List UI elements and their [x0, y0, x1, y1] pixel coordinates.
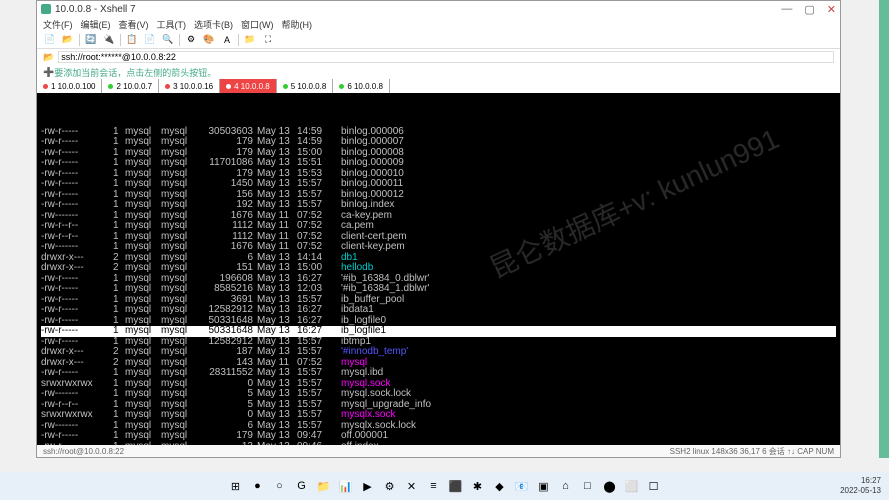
reconnect-button[interactable]: 🔄: [84, 33, 98, 47]
session-tab[interactable]: 4 10.0.0.8: [220, 79, 277, 93]
taskbar-app-icon[interactable]: ○: [271, 477, 289, 495]
open-button[interactable]: 📂: [61, 33, 75, 47]
properties-button[interactable]: ⚙: [184, 33, 198, 47]
copy-button[interactable]: 📋: [125, 33, 139, 47]
tab-label: 1 10.0.0.100: [51, 82, 95, 91]
session-tab[interactable]: 3 10.0.0.16: [159, 79, 220, 93]
minimize-button[interactable]: —: [781, 3, 792, 16]
taskbar-app-icon[interactable]: 📧: [513, 477, 531, 495]
taskbar-app-icon[interactable]: ▣: [535, 477, 553, 495]
taskbar-app-icon[interactable]: ✕: [403, 477, 421, 495]
menu-item[interactable]: 文件(F): [43, 18, 73, 31]
xftp-button[interactable]: 📁: [243, 33, 257, 47]
taskbar-app-icon[interactable]: ≡: [425, 477, 443, 495]
title-bar: 10.0.0.8 - Xshell 7 — ▢ ✕: [37, 1, 840, 17]
maximize-button[interactable]: ▢: [804, 3, 814, 16]
system-clock[interactable]: 16:27 2022-05-13: [840, 476, 881, 496]
file-row: drwxr-x---2mysqlmysql187May 1315:57'#inn…: [41, 347, 836, 358]
window-title: 10.0.0.8 - Xshell 7: [55, 4, 781, 15]
status-dot: [339, 84, 344, 89]
file-row: drwxr-x---2mysqlmysql151May 1315:00hello…: [41, 263, 836, 274]
fullscreen-button[interactable]: ⛶: [261, 33, 275, 47]
menu-item[interactable]: 帮助(H): [282, 18, 313, 31]
status-dot: [283, 84, 288, 89]
taskbar-app-icon[interactable]: G: [293, 477, 311, 495]
window-controls: — ▢ ✕: [781, 3, 836, 16]
taskbar-app-icon[interactable]: ●: [249, 477, 267, 495]
menu-item[interactable]: 查看(V): [119, 18, 149, 31]
session-tab[interactable]: 5 10.0.0.8: [277, 79, 334, 93]
session-tab[interactable]: 6 10.0.0.8: [333, 79, 390, 93]
file-row: -rw-r-----1mysqlmysql50331648May 1316:27…: [41, 326, 836, 337]
file-row: -rw-r-----1mysqlmysql11701086May 1315:51…: [41, 158, 836, 169]
file-row: srwxrwxrwx1mysqlmysql0May 1315:57mysqlx.…: [41, 410, 836, 421]
close-button[interactable]: ✕: [827, 3, 836, 16]
status-dot: [165, 84, 170, 89]
taskbar-app-icon[interactable]: □: [579, 477, 597, 495]
menu-item[interactable]: 窗口(W): [241, 18, 274, 31]
status-dot: [108, 84, 113, 89]
taskbar-app-icon[interactable]: ▶: [359, 477, 377, 495]
session-tab[interactable]: 2 10.0.0.7: [102, 79, 159, 93]
status-right: SSH2 linux 148x36 36,17 6 会话 ↑↓ CAP NUM: [670, 446, 834, 457]
taskbar-app-icon[interactable]: 📊: [337, 477, 355, 495]
tab-label: 3 10.0.0.16: [173, 82, 213, 91]
menu-item[interactable]: 工具(T): [157, 18, 187, 31]
info-text: 要添加当前会话，点击左侧的箭头按钮。: [54, 66, 216, 79]
taskbar-app-icon[interactable]: ⌂: [557, 477, 575, 495]
paste-button[interactable]: 📄: [143, 33, 157, 47]
menu-bar: 文件(F) 编辑(E) 查看(V) 工具(T) 选项卡(B) 窗口(W) 帮助(H): [37, 17, 840, 31]
new-session-button[interactable]: 📄: [43, 33, 57, 47]
terminal[interactable]: 昆仑数据库+v: kunlun991 -rw-r-----1mysqlmysql…: [37, 93, 840, 445]
file-row: -rw-r-----1mysqlmysql28311552May 1315:57…: [41, 368, 836, 379]
file-row: -rw-r-----1mysqlmysql192May 1315:57binlo…: [41, 200, 836, 211]
clock-date: 2022-05-13: [840, 486, 881, 496]
session-tab[interactable]: 1 10.0.0.100: [37, 79, 102, 93]
tab-label: 2 10.0.0.7: [116, 82, 152, 91]
taskbar-app-icon[interactable]: ☐: [645, 477, 663, 495]
status-dot: [226, 84, 231, 89]
taskbar-app-icon[interactable]: ⬛: [447, 477, 465, 495]
taskbar-app-icon[interactable]: 📁: [315, 477, 333, 495]
file-row: -rw-------1mysqlmysql1676May 1107:52clie…: [41, 242, 836, 253]
taskbar-app-icon[interactable]: ⊞: [227, 477, 245, 495]
addr-icon: 📂: [43, 52, 54, 63]
color-button[interactable]: 🎨: [202, 33, 216, 47]
file-row: -rw-r-----1mysqlmysql1450May 1315:57binl…: [41, 179, 836, 190]
file-row: -rw-r-----1mysqlmysql179May 1309:47off.0…: [41, 431, 836, 442]
taskbar-app-icon[interactable]: ⚙: [381, 477, 399, 495]
file-row: -rw-r--r--1mysqlmysql1112May 1107:52ca.p…: [41, 221, 836, 232]
address-bar: 📂: [37, 49, 840, 65]
font-button[interactable]: A: [220, 33, 234, 47]
xshell-window: 10.0.0.8 - Xshell 7 — ▢ ✕ 文件(F) 编辑(E) 查看(V…: [36, 0, 841, 458]
taskbar-app-icon[interactable]: ⬜: [623, 477, 641, 495]
file-row: -rw-r-----1mysqlmysql13May 1309:46off.in…: [41, 442, 836, 446]
taskbar-app-icon[interactable]: ✱: [469, 477, 487, 495]
clock-time: 16:27: [840, 476, 881, 486]
taskbar: ⊞●○G📁📊▶⚙✕≡⬛✱◆📧▣⌂□⬤⬜☐ 16:27 2022-05-13: [0, 472, 889, 500]
disconnect-button[interactable]: 🔌: [102, 33, 116, 47]
status-left: ssh://root@10.0.0.8:22: [43, 447, 124, 456]
menu-item[interactable]: 编辑(E): [81, 18, 111, 31]
file-row: -rw-r-----1mysqlmysql12582912May 1316:27…: [41, 305, 836, 316]
side-panel: [879, 0, 889, 458]
status-dot: [43, 84, 48, 89]
tab-label: 6 10.0.0.8: [347, 82, 383, 91]
info-line: ➕ 要添加当前会话，点击左侧的箭头按钮。: [37, 65, 840, 79]
file-row: -rw-r-----1mysqlmysql179May 1314:59binlo…: [41, 137, 836, 148]
toolbar: 📄 📂 🔄 🔌 📋 📄 🔍 ⚙ 🎨 A 📁 ⛶: [37, 31, 840, 49]
session-tabs: 1 10.0.0.100 2 10.0.0.7 3 10.0.0.16 4 10.0.…: [37, 79, 840, 93]
app-icon: [41, 4, 51, 14]
taskbar-app-icon[interactable]: ◆: [491, 477, 509, 495]
taskbar-app-icon[interactable]: ⬤: [601, 477, 619, 495]
file-row: -rw-r-----1mysqlmysql8585216May 1312:03'…: [41, 284, 836, 295]
tab-label: 4 10.0.0.8: [234, 82, 270, 91]
find-button[interactable]: 🔍: [161, 33, 175, 47]
address-input[interactable]: [58, 51, 834, 63]
status-bar: ssh://root@10.0.0.8:22 SSH2 linux 148x36…: [37, 445, 840, 457]
info-icon: ➕: [43, 67, 54, 78]
menu-item[interactable]: 选项卡(B): [194, 18, 233, 31]
tab-label: 5 10.0.0.8: [291, 82, 327, 91]
file-row: -rw-------1mysqlmysql5May 1315:57mysql.s…: [41, 389, 836, 400]
